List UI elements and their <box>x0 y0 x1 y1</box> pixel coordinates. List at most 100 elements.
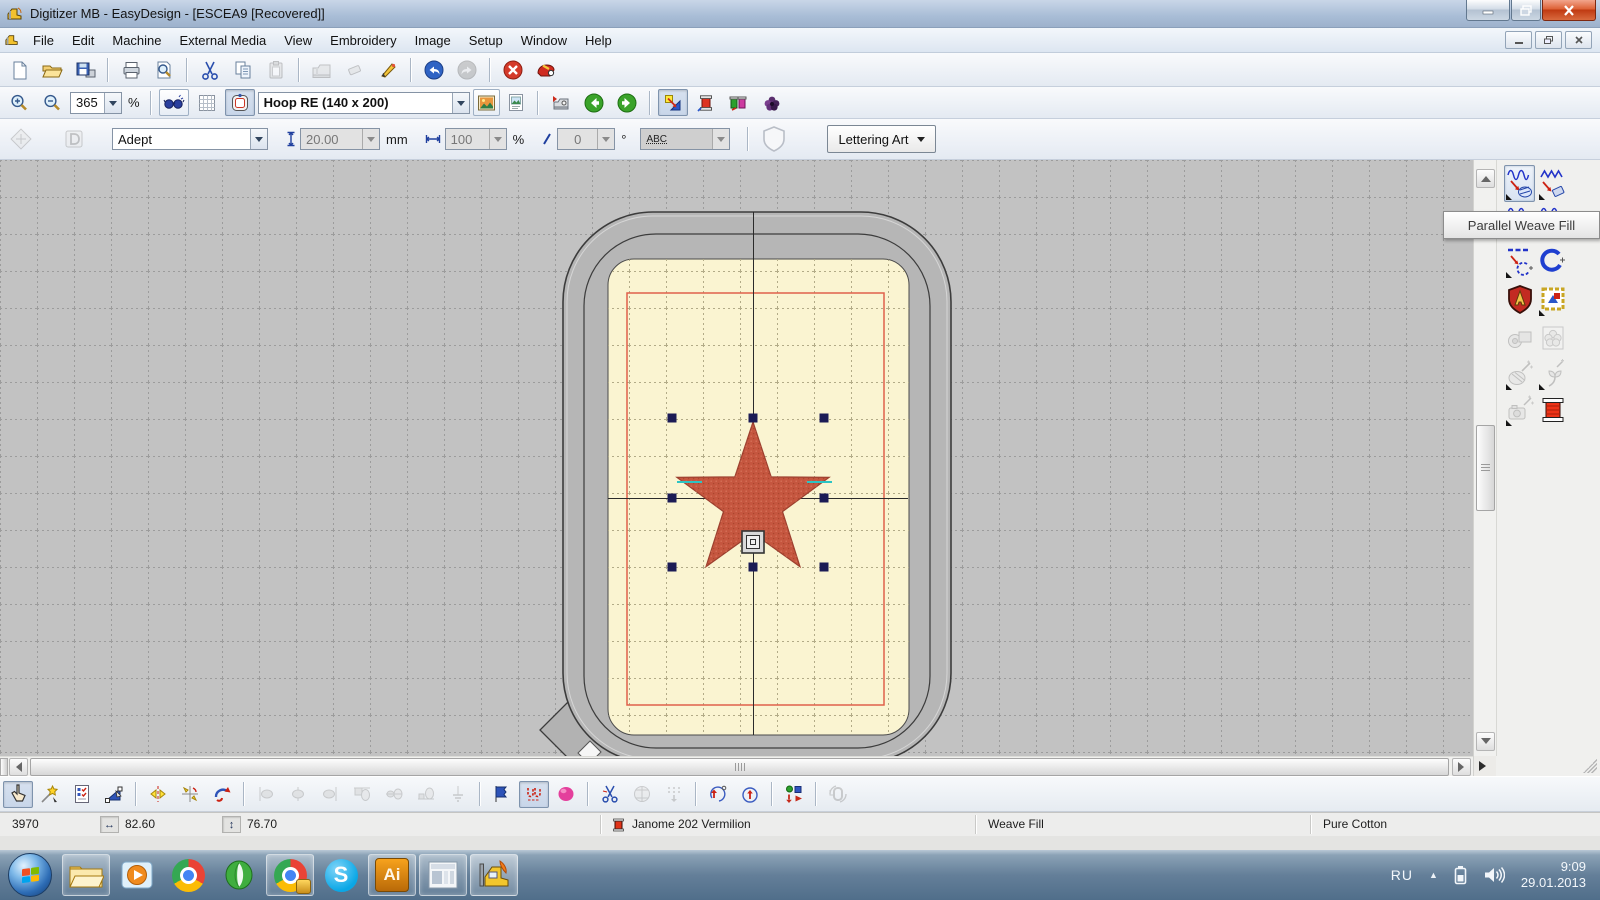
cut-stitches-button[interactable] <box>595 781 625 808</box>
print-preview-button[interactable] <box>149 56 179 83</box>
taskbar-digitizer[interactable] <box>470 854 518 896</box>
reshape-button[interactable] <box>99 781 129 808</box>
menu-help[interactable]: Help <box>576 30 621 51</box>
minimize-button[interactable] <box>1466 0 1510 21</box>
next-color-button[interactable] <box>612 89 642 116</box>
mdi-close-button[interactable] <box>1565 31 1592 49</box>
stop-button[interactable] <box>498 56 528 83</box>
magic-wand-button[interactable] <box>35 781 65 808</box>
flower-pattern-tool[interactable] <box>1537 319 1568 356</box>
hoop-select-combo[interactable]: Hoop RE (140 x 200) <box>258 92 470 114</box>
baseline-combo[interactable]: ABC <box>640 128 730 150</box>
monogramming-button[interactable] <box>756 123 792 156</box>
stitch-colors-button[interactable] <box>487 781 517 808</box>
zoom-in-button[interactable] <box>4 89 34 116</box>
menu-file[interactable]: File <box>24 30 63 51</box>
parallel-weave-fill-tool[interactable] <box>1504 165 1535 202</box>
zoom-level-combo[interactable]: 365 <box>70 92 122 114</box>
threads-button[interactable] <box>724 89 754 116</box>
zigzag-fill-tool[interactable] <box>1537 165 1568 202</box>
horizontal-scrollbar[interactable] <box>0 756 1473 776</box>
menu-external-media[interactable]: External Media <box>171 30 276 51</box>
design-checklist-button[interactable] <box>67 781 97 808</box>
menu-view[interactable]: View <box>275 30 321 51</box>
chevron-down-icon[interactable] <box>362 129 379 149</box>
mirror-rotate-button[interactable] <box>175 781 205 808</box>
eraser-button[interactable] <box>340 56 370 83</box>
color-wheel-button[interactable] <box>627 781 657 808</box>
new-button[interactable] <box>4 56 34 83</box>
align-middle-button[interactable] <box>379 781 409 808</box>
mdi-minimize-button[interactable] <box>1505 31 1532 49</box>
taskbar-illustrator[interactable]: Ai <box>368 854 416 896</box>
chevron-down-icon[interactable] <box>712 129 729 149</box>
show-stitches-button[interactable] <box>159 89 189 116</box>
show-picture-button[interactable] <box>473 89 500 116</box>
monogramming-tool[interactable] <box>1504 281 1535 318</box>
open-button[interactable] <box>37 56 67 83</box>
taskbar-skype[interactable]: S <box>317 854 365 896</box>
chevron-down-icon[interactable] <box>250 129 267 149</box>
save-to-machine-button[interactable] <box>70 56 100 83</box>
stitch-view-button[interactable] <box>519 781 549 808</box>
chevron-down-icon[interactable] <box>104 93 121 113</box>
clock[interactable]: 9:09 29.01.2013 <box>1521 859 1586 891</box>
rotate-design-button[interactable] <box>207 781 237 808</box>
taskbar-coreldraw[interactable] <box>215 854 263 896</box>
volume-icon[interactable] <box>1483 866 1505 884</box>
battery-icon[interactable] <box>1454 865 1467 885</box>
hidden-icons-button[interactable]: ▲ <box>1429 870 1438 880</box>
resize-grip[interactable] <box>1583 759 1597 773</box>
stitch-angle-button[interactable] <box>4 124 38 155</box>
print-button[interactable] <box>116 56 146 83</box>
letter-width-combo[interactable]: 100 <box>445 128 507 150</box>
spacing-button[interactable] <box>443 781 473 808</box>
sewing-machine-button[interactable] <box>307 56 337 83</box>
rotate-ccw-button[interactable] <box>703 781 733 808</box>
select-pointer-button[interactable] <box>3 781 33 808</box>
taskbar-explorer[interactable] <box>62 854 110 896</box>
photo-stitch-tool[interactable] <box>1504 391 1535 428</box>
undo-button[interactable] <box>419 56 449 83</box>
italic-angle-combo[interactable]: 0 <box>557 128 615 150</box>
menu-image[interactable]: Image <box>406 30 460 51</box>
menu-edit[interactable]: Edit <box>63 30 103 51</box>
paste-button[interactable] <box>261 56 291 83</box>
thread-colors-button[interactable] <box>691 89 721 116</box>
scroll-left-button[interactable] <box>9 758 28 776</box>
restore-button[interactable] <box>1511 0 1541 21</box>
lettering-art-button[interactable]: Lettering Art <box>827 125 935 153</box>
cut-button[interactable] <box>195 56 225 83</box>
language-indicator[interactable]: RU <box>1391 867 1413 883</box>
copy-button[interactable] <box>228 56 258 83</box>
menu-embroidery[interactable]: Embroidery <box>321 30 405 51</box>
menu-setup[interactable]: Setup <box>460 30 512 51</box>
outline-runs-tool[interactable] <box>1504 243 1535 280</box>
taskbar-window-app[interactable] <box>419 854 467 896</box>
monogram-d-button[interactable] <box>57 124 91 155</box>
previous-color-button[interactable] <box>579 89 609 116</box>
design-canvas[interactable] <box>0 160 1473 756</box>
flower-wand-tool[interactable] <box>1537 355 1568 392</box>
letter-height-combo[interactable]: 20.00 <box>300 128 380 150</box>
horizontal-scroll-thumb[interactable] <box>30 758 1449 776</box>
font-style-combo[interactable]: Adept <box>112 128 268 150</box>
scroll-right-button[interactable] <box>1452 758 1471 776</box>
vertical-scrollbar[interactable] <box>1473 160 1496 756</box>
show-grid-button[interactable] <box>192 89 222 116</box>
thread-spool-tool[interactable] <box>1537 391 1568 428</box>
close-button[interactable] <box>1542 0 1596 21</box>
applique-tool[interactable] <box>1504 355 1535 392</box>
zoom-out-button[interactable] <box>37 89 67 116</box>
insert-picture-button[interactable] <box>503 89 530 116</box>
menu-window[interactable]: Window <box>512 30 576 51</box>
rotate-cw-button[interactable] <box>735 781 765 808</box>
taskbar-chrome-app[interactable] <box>266 854 314 896</box>
start-button[interactable] <box>8 853 52 897</box>
align-top-button[interactable] <box>347 781 377 808</box>
scrollbar-corner[interactable] <box>1473 756 1496 776</box>
align-left-button[interactable] <box>251 781 281 808</box>
frames-tool[interactable] <box>1537 281 1568 318</box>
scroll-up-button[interactable] <box>1476 169 1495 188</box>
chevron-down-icon[interactable] <box>489 129 506 149</box>
